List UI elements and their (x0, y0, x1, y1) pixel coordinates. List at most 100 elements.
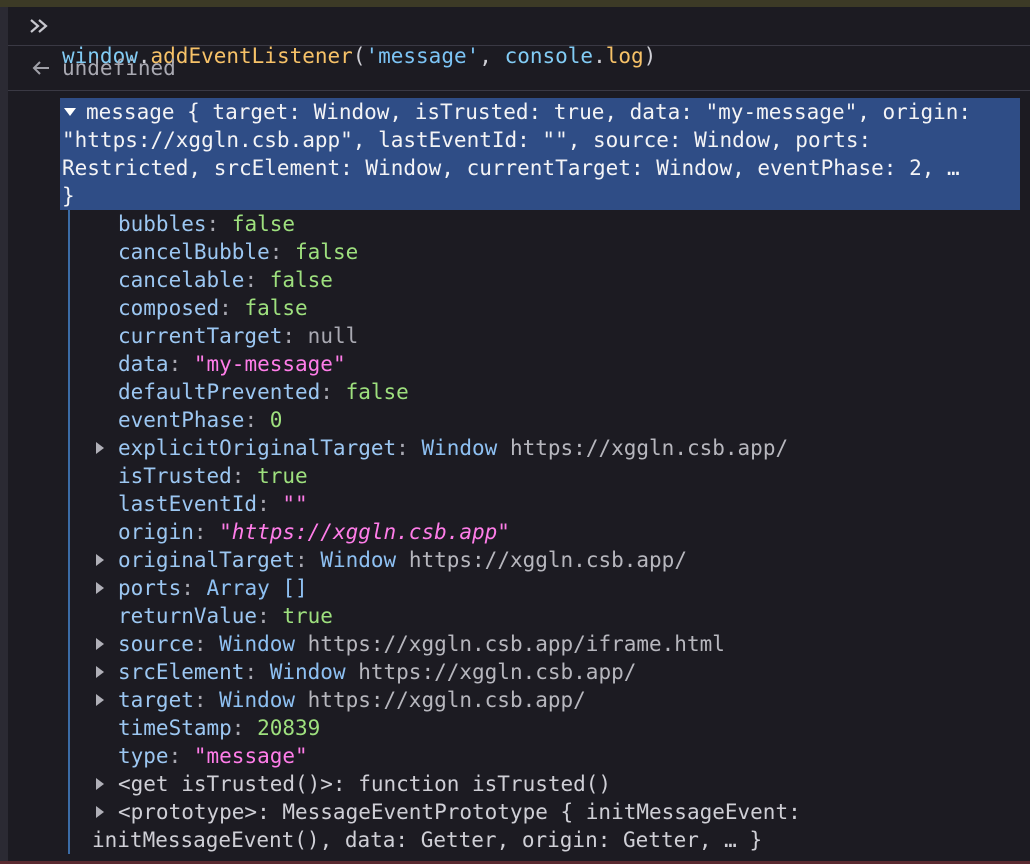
property-colon: : (231, 464, 258, 488)
property-url: https://xggln.csb.app/ (345, 660, 637, 684)
property-colon: : (193, 632, 220, 656)
property-key: eventPhase (118, 408, 245, 432)
property-key: originalTarget (118, 548, 296, 572)
property-value: Window (320, 548, 397, 572)
property-originalTarget[interactable]: originalTarget: Window https://xggln.csb… (118, 546, 687, 574)
expand-triangle-icon[interactable] (96, 442, 104, 454)
summary-line-3: Restricted, srcElement: Window, currentT… (62, 156, 960, 180)
property-colon: : (219, 296, 245, 320)
property-key: lastEventId (118, 492, 258, 516)
property-key: type (118, 744, 169, 768)
property-timeStamp: timeStamp: 20839 (118, 714, 320, 742)
property-colon: : (396, 436, 422, 460)
arrow-left-icon (30, 54, 52, 89)
property-value: 20839 (257, 716, 321, 740)
command-open-paren: ( (352, 44, 366, 68)
property-value: Window (269, 660, 346, 684)
row-divider (8, 90, 1030, 91)
property-key: returnValue (118, 604, 258, 628)
property-key: composed (118, 296, 220, 320)
property-value: false (269, 268, 333, 292)
property-ports[interactable]: ports: Array [] (118, 574, 308, 602)
property-value: false (345, 380, 409, 404)
property-key: isTrusted (118, 464, 232, 488)
property-colon: : (257, 492, 283, 516)
console-gutter (0, 7, 8, 864)
property-defaultPrevented: defaultPrevented: false (118, 378, 409, 406)
property-value: Window (219, 688, 296, 712)
property-target[interactable]: target: Window https://xggln.csb.app/ (118, 686, 586, 714)
expand-triangle-icon[interactable] (96, 778, 104, 790)
property-key: target (118, 688, 194, 712)
property-value: 0 (269, 408, 283, 432)
property-colon: : (193, 520, 220, 544)
property-colon: : (244, 408, 270, 432)
summary-line-2: "https://xggln.csb.app", lastEventId: ""… (62, 128, 872, 152)
property-key: explicitOriginalTarget (118, 436, 397, 460)
getter-isTrusted[interactable]: <get isTrusted()>: function isTrusted() (118, 770, 611, 798)
property-key: defaultPrevented (118, 380, 321, 404)
property-value: false (231, 212, 296, 236)
command-comma: , (479, 44, 505, 68)
property-type: type: "message" (118, 742, 308, 770)
prototype-line-1[interactable]: <prototype>: MessageEventPrototype { ini… (118, 798, 801, 826)
property-value: null (307, 324, 359, 348)
chevrons-right-icon (28, 12, 52, 40)
property-colon: : (193, 688, 220, 712)
property-origin: origin: "https://xggln.csb.app" (118, 518, 510, 546)
property-srcElement[interactable]: srcElement: Window https://xggln.csb.app… (118, 658, 636, 686)
property-value: "https://xggln.csb.app" (219, 520, 510, 544)
property-returnValue: returnValue: true (118, 602, 333, 630)
property-colon: : (295, 548, 321, 572)
property-value: Window (421, 436, 498, 460)
property-url: https://xggln.csb.app/ (396, 548, 687, 572)
collapse-triangle-icon[interactable] (64, 108, 76, 116)
property-eventPhase: eventPhase: 0 (118, 406, 282, 434)
property-key: cancelBubble (118, 240, 270, 264)
property-composed: composed: false (118, 294, 308, 322)
property-key: data (118, 352, 169, 376)
property-key: bubbles (118, 212, 207, 236)
command-dot: . (593, 44, 606, 68)
property-colon: : (282, 324, 308, 348)
command-arg-string: 'message' (365, 44, 480, 68)
property-colon: : (168, 744, 194, 768)
property-value: "message" (193, 744, 308, 768)
property-currentTarget: currentTarget: null (118, 322, 358, 350)
command-arg-object: console (504, 44, 594, 68)
property-explicitOriginalTarget[interactable]: explicitOriginalTarget: Window https://x… (118, 434, 788, 462)
property-bubbles: bubbles: false (118, 210, 295, 238)
summary-line-1: message { target: Window, isTrusted: tru… (86, 100, 972, 124)
property-key: origin (118, 520, 194, 544)
property-source[interactable]: source: Window https://xggln.csb.app/ifr… (118, 630, 725, 658)
property-colon: : (244, 660, 270, 684)
property-key: source (118, 632, 194, 656)
property-lastEventId: lastEventId: "" (118, 490, 308, 518)
expand-triangle-icon[interactable] (96, 582, 104, 594)
property-isTrusted: isTrusted: true (118, 462, 308, 490)
expand-triangle-icon[interactable] (96, 638, 104, 650)
property-value: false (244, 296, 308, 320)
expand-triangle-icon[interactable] (96, 806, 104, 818)
property-data: data: "my-message" (118, 350, 346, 378)
prototype-line-2: initMessageEvent(), data: Getter, origin… (92, 828, 763, 852)
property-cancelBubble: cancelBubble: false (118, 238, 358, 266)
property-value: "" (282, 492, 308, 516)
expand-triangle-icon[interactable] (96, 554, 104, 566)
property-colon: : (320, 380, 346, 404)
expand-triangle-icon[interactable] (96, 666, 104, 678)
property-value: "my-message" (193, 352, 346, 376)
property-url: https://xggln.csb.app/ (295, 688, 586, 712)
property-cancelable: cancelable: false (118, 266, 333, 294)
property-colon: : (257, 604, 283, 628)
summary-line-4: } (62, 184, 75, 208)
expand-triangle-icon[interactable] (96, 694, 104, 706)
property-key: srcElement (118, 660, 245, 684)
property-value: true (257, 464, 308, 488)
property-colon: : (231, 716, 258, 740)
property-colon: : (168, 352, 194, 376)
property-value: Window (219, 632, 296, 656)
property-colon: : (269, 240, 296, 264)
property-colon: : (244, 268, 270, 292)
property-colon: : (206, 212, 232, 236)
